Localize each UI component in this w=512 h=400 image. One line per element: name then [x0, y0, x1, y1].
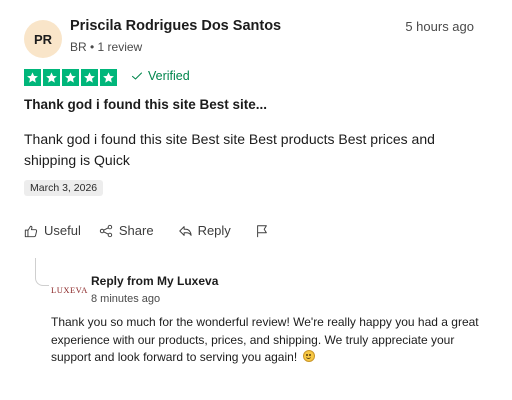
- review-title[interactable]: Thank god i found this site Best site...: [24, 97, 267, 112]
- reply-button[interactable]: Reply: [178, 223, 231, 238]
- star-icon: [100, 69, 117, 86]
- review-time: 5 hours ago: [405, 19, 474, 34]
- reply-body: Thank you so much for the wonderful revi…: [51, 314, 481, 367]
- reply-time: 8 minutes ago: [91, 293, 161, 305]
- reply-body-text: Thank you so much for the wonderful revi…: [51, 315, 479, 364]
- company-logo: LUXEVA: [51, 285, 88, 295]
- star-icon: [62, 69, 79, 86]
- share-icon: [99, 224, 113, 238]
- reply-connector-line: [35, 258, 49, 286]
- reply-label: Reply: [197, 223, 231, 238]
- review-date-badge: March 3, 2026: [24, 180, 104, 196]
- checkmark-icon: [131, 70, 143, 82]
- verified-badge[interactable]: Verified: [131, 69, 190, 83]
- useful-button[interactable]: Useful: [24, 223, 81, 238]
- smiling-face-emoji-icon: [302, 350, 315, 362]
- reply-from-label: Reply from My Luxeva: [91, 274, 219, 288]
- reply-icon: [178, 224, 192, 238]
- review-body: Thank god i found this site Best site Be…: [24, 131, 435, 168]
- star-icon: [24, 69, 41, 86]
- avatar[interactable]: PR: [24, 20, 62, 58]
- verified-label: Verified: [148, 69, 190, 83]
- star-icon: [43, 69, 60, 86]
- share-label: Share: [118, 223, 154, 238]
- reviewer-meta: BR • 1 review: [70, 40, 143, 54]
- flag-icon: [255, 224, 269, 238]
- reviewer-name[interactable]: Priscila Rodrigues Dos Santos: [70, 18, 281, 34]
- star-icon: [81, 69, 98, 86]
- star-rating: [24, 69, 117, 86]
- share-button[interactable]: Share: [99, 223, 154, 238]
- useful-label: Useful: [44, 223, 81, 238]
- thumbs-up-icon: [24, 224, 38, 238]
- report-flag-button[interactable]: [255, 224, 269, 238]
- review-actions: Useful Share Reply: [24, 223, 269, 238]
